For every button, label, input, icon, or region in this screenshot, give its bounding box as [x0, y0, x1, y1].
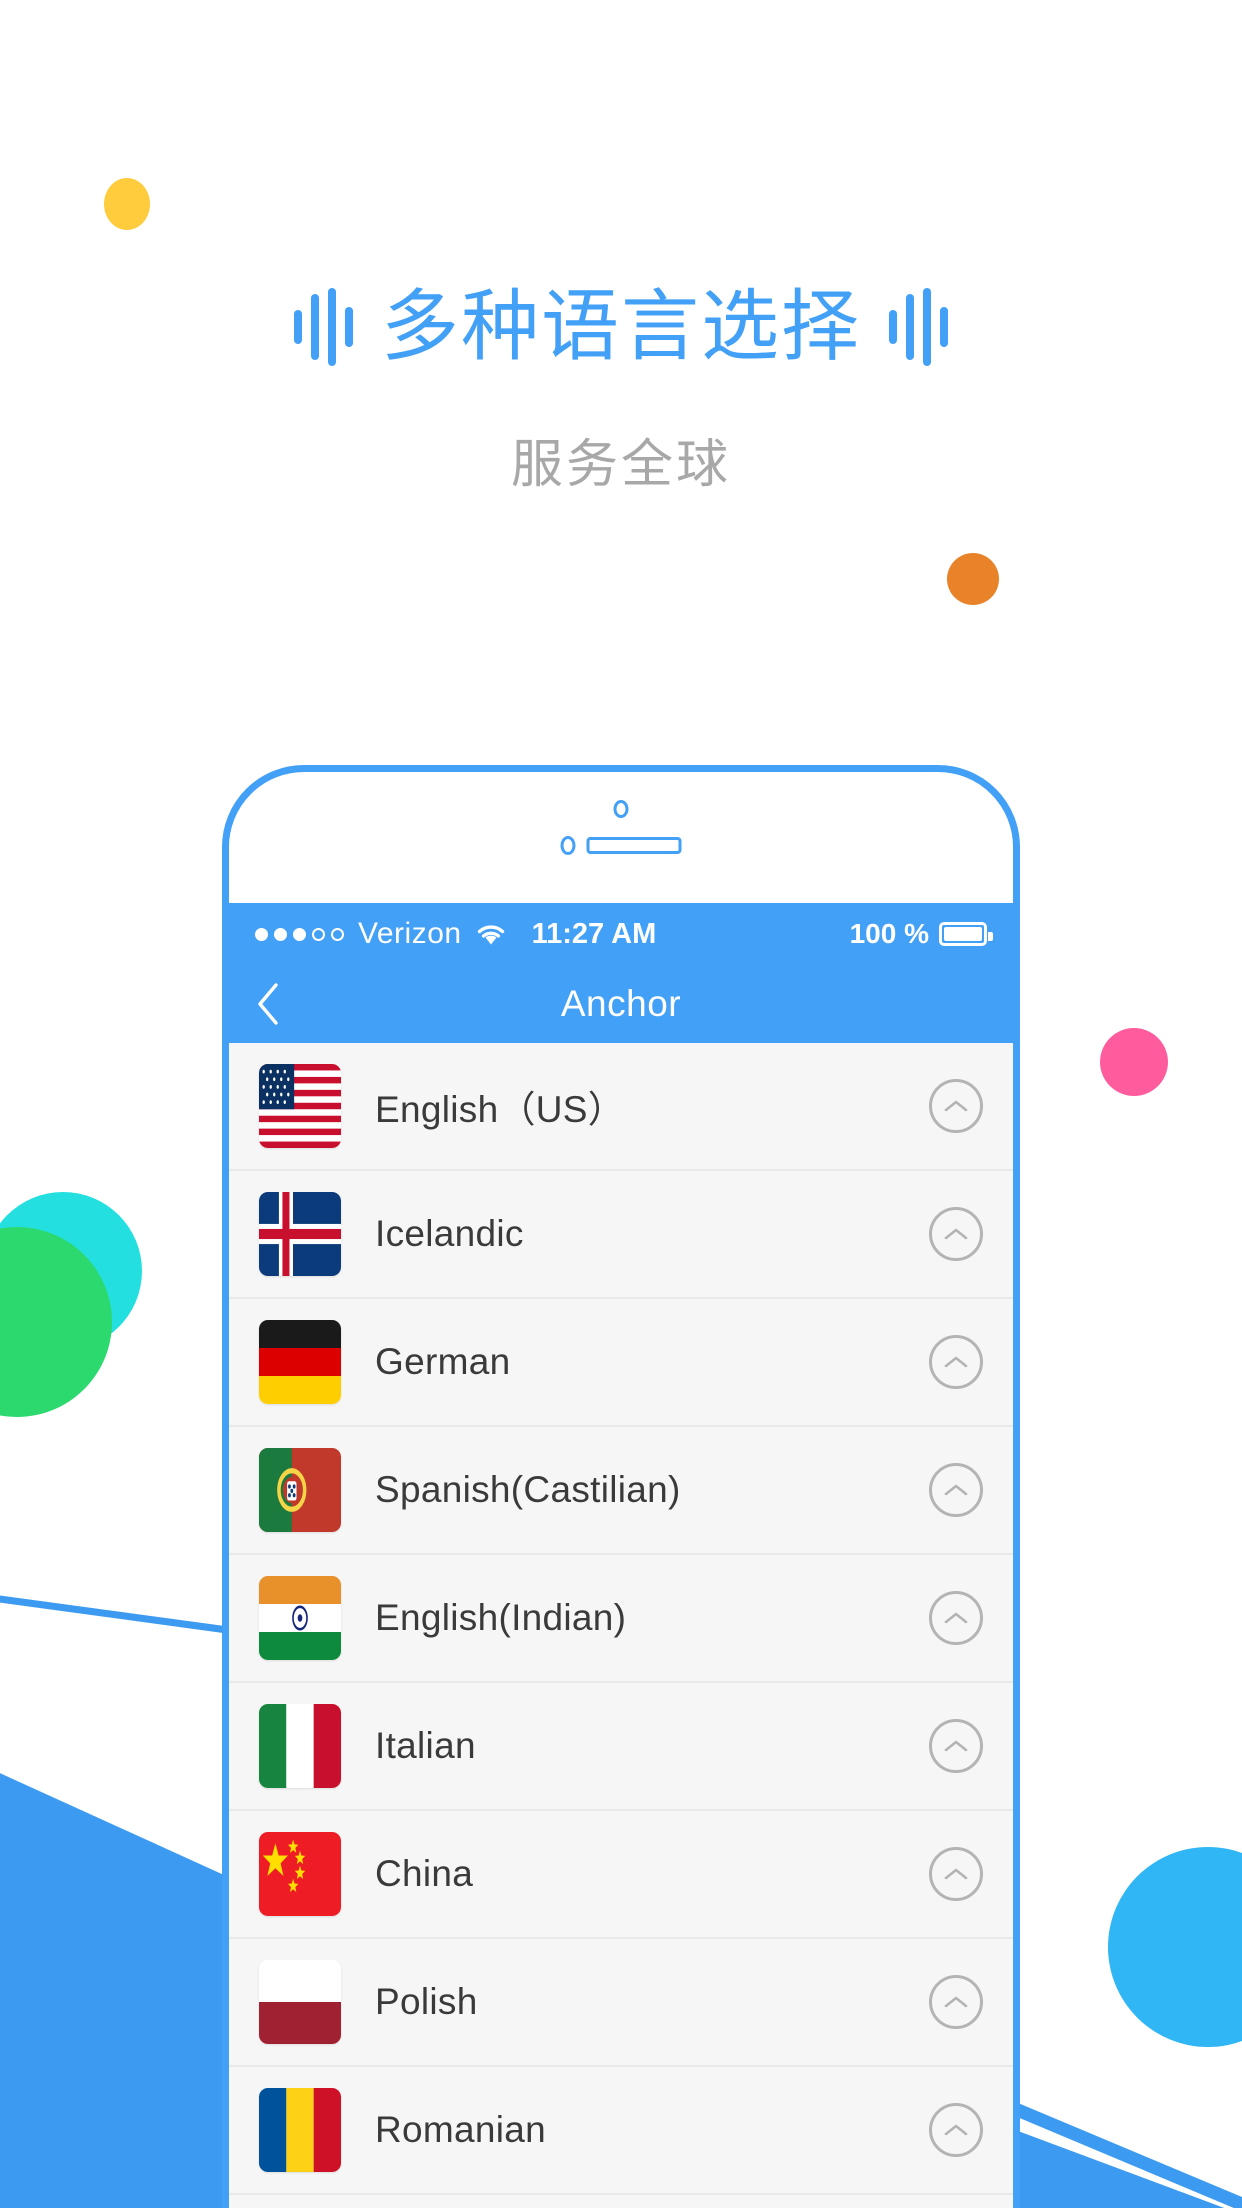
chevron-up-circle-icon[interactable] — [929, 1847, 983, 1901]
promo-headline: 多种语言选择 — [0, 288, 1242, 366]
list-item-label: Romanian — [375, 2109, 547, 2150]
status-right-group: 100 % — [849, 918, 993, 950]
decor-wedge-left — [0, 1755, 260, 2208]
chevron-up-circle-icon[interactable] — [929, 1719, 983, 1773]
flag-india-icon — [259, 1576, 341, 1660]
list-item[interactable]: German — [229, 1299, 1013, 1427]
list-item[interactable]: Italian — [229, 1683, 1013, 1811]
decor-stripe-left — [0, 1590, 260, 1638]
chevron-up-circle-icon[interactable] — [929, 1463, 983, 1517]
flag-portugal-icon — [259, 1448, 341, 1532]
audio-bars-icon-right — [889, 288, 948, 366]
phone-mockup: Verizon 11:27 AM 100 % Anchor English（US… — [222, 765, 1020, 2208]
clock-label: 11:27 AM — [531, 917, 657, 950]
list-item-label: English（US） — [375, 1089, 626, 1130]
nav-bar: Anchor — [229, 965, 1013, 1043]
promo-subtitle: 服务全球 — [510, 435, 731, 495]
chevron-up-circle-icon[interactable] — [929, 1591, 983, 1645]
wifi-icon — [474, 921, 508, 947]
list-item-label: English(Indian) — [375, 1597, 627, 1638]
decor-dot-pink — [1100, 1028, 1168, 1096]
phone-top-bezel — [229, 772, 1013, 903]
battery-full-icon — [939, 922, 993, 946]
camera-icon — [613, 800, 629, 818]
status-bar: Verizon 11:27 AM 100 % — [229, 903, 1013, 965]
carrier-label: Verizon — [358, 917, 462, 950]
chevron-up-circle-icon[interactable] — [929, 1079, 983, 1133]
flag-poland-icon — [259, 1960, 341, 2044]
speaker-group — [560, 836, 682, 855]
list-item-label: Icelandic — [375, 1213, 524, 1254]
sensor-icon — [560, 836, 576, 855]
decor-dot-orange — [947, 553, 999, 605]
speaker-icon — [586, 837, 682, 854]
promo-page: 多种语言选择 服务全球 Verizon 11:27 AM 100 % Ancho… — [0, 0, 1242, 2208]
list-item[interactable]: Spanish(Castilian) — [229, 1427, 1013, 1555]
flag-iceland-icon — [259, 1192, 341, 1276]
page-title: Anchor — [560, 983, 682, 1024]
flag-romania-icon — [259, 2088, 341, 2172]
list-item-label: China — [375, 1853, 474, 1894]
audio-bars-icon-left — [293, 288, 353, 366]
list-item[interactable]: English(Indian) — [229, 1555, 1013, 1683]
chevron-up-circle-icon[interactable] — [929, 1335, 983, 1389]
chevron-up-circle-icon[interactable] — [929, 1975, 983, 2029]
list-item[interactable]: Romanian — [229, 2067, 1013, 2195]
list-item[interactable]: Polish — [229, 1939, 1013, 2067]
signal-strength-icon — [255, 927, 344, 941]
list-item[interactable]: English（US） — [229, 1043, 1013, 1171]
language-list[interactable]: English（US） Icelandic German Spanish(Cas… — [229, 1043, 1013, 2195]
battery-percent-label: 100 % — [849, 918, 929, 949]
list-item-label: Spanish(Castilian) — [375, 1469, 681, 1510]
chevron-up-circle-icon[interactable] — [929, 1207, 983, 1261]
decor-dot-blue — [1108, 1847, 1242, 2047]
flag-china-icon — [259, 1832, 341, 1916]
flag-italy-icon — [259, 1704, 341, 1788]
list-item[interactable]: Icelandic — [229, 1171, 1013, 1299]
phone-screen: Verizon 11:27 AM 100 % Anchor English（US… — [229, 903, 1013, 2208]
list-item-label: Polish — [375, 1981, 478, 2022]
flag-germany-icon — [259, 1320, 341, 1404]
flag-us-icon — [259, 1064, 341, 1148]
headline-text: 多种语言选择 — [380, 282, 861, 372]
list-item-label: German — [375, 1341, 511, 1382]
chevron-up-circle-icon[interactable] — [929, 2103, 983, 2157]
list-item-label: Italian — [375, 1725, 476, 1766]
list-item[interactable]: China — [229, 1811, 1013, 1939]
chevron-left-icon[interactable] — [255, 983, 289, 1025]
decor-dot-yellow — [104, 178, 150, 230]
